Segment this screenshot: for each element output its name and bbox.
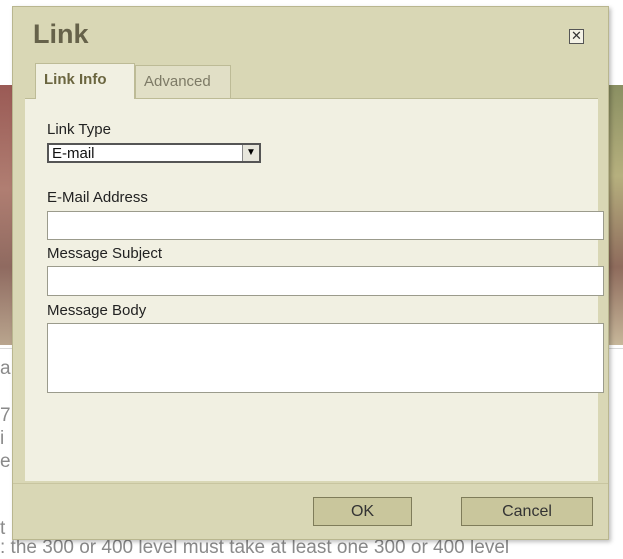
chevron-down-icon[interactable]: ▼	[242, 145, 259, 161]
footer-divider	[13, 483, 608, 484]
background-text-fragment: i	[0, 428, 5, 449]
subject-field[interactable]	[47, 266, 604, 296]
subject-label: Message Subject	[47, 245, 163, 262]
ok-button[interactable]: OK	[313, 497, 412, 526]
background-image-right	[608, 85, 623, 345]
link-type-select[interactable]: E-mail ▼	[47, 143, 261, 163]
tab-panel-link-info: Link Type E-mail ▼ E-Mail Address Messag…	[25, 98, 604, 481]
link-type-value: E-mail	[52, 145, 95, 162]
tab-advanced[interactable]: Advanced	[135, 65, 231, 98]
link-type-label: Link Type	[47, 121, 111, 138]
dialog-title: Link	[33, 19, 89, 49]
cancel-button[interactable]: Cancel	[461, 497, 593, 526]
email-label: E-Mail Address	[47, 189, 148, 206]
background-text-fragment: 7	[0, 405, 11, 426]
tab-link-info[interactable]: Link Info	[35, 63, 135, 99]
link-dialog: Link ✕ Link Info Advanced Link Type E-ma…	[12, 6, 609, 540]
background-text-fragment: e	[0, 451, 11, 472]
message-body-textarea[interactable]	[47, 323, 604, 393]
email-field[interactable]	[47, 211, 604, 240]
background-text-fragment: a	[0, 358, 11, 379]
close-icon[interactable]: ✕	[569, 29, 584, 44]
background-text-bottom: : the 300 or 400 level must take at leas…	[0, 537, 510, 558]
body-label: Message Body	[47, 302, 147, 319]
